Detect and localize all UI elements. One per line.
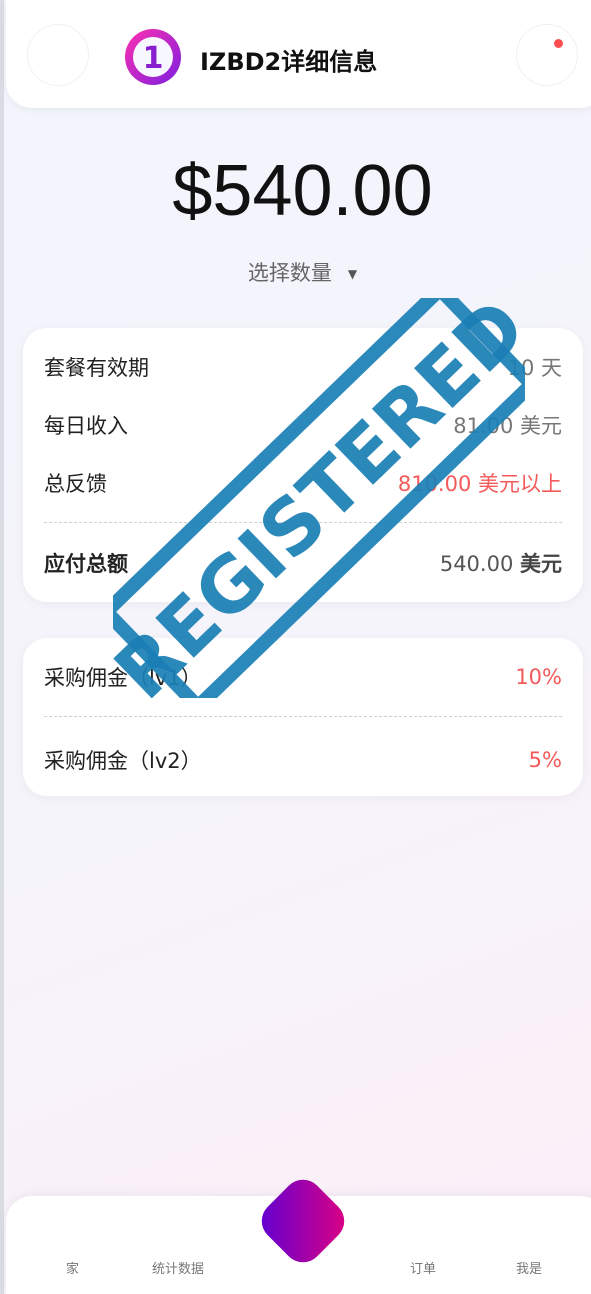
commission-row-lv2: 采购佣金（lv2） 5% [44,745,562,775]
commission-lv1-label: 采购佣金（lv1） [44,666,202,690]
quantity-selector[interactable]: 选择数量 ▼ [0,257,591,287]
total-due-label: 应付总额 [44,552,128,576]
commission-lv2-value: 5% [528,748,562,772]
caret-down-icon: ▼ [347,267,358,281]
total-return-value: 810.00 美元以上 [397,472,562,496]
commission-card: 采购佣金（lv1） 10% 采购佣金（lv2） 5% [23,638,583,796]
total-due-amount: 540.00 [439,552,514,576]
total-due-row: 应付总额 540.00 美元 [44,548,562,578]
notification-button[interactable] [516,24,578,86]
price-display: $540.00 [172,151,433,231]
divider [44,522,562,523]
daily-income-row: 每日收入 81.00 美元 [44,410,562,440]
validity-row: 套餐有效期 10 天 [44,352,562,382]
total-due-currency: 美元 [520,552,562,576]
daily-income-label: 每日收入 [44,414,128,438]
nav-profile[interactable]: 我是 [516,1258,542,1277]
validity-label: 套餐有效期 [44,356,149,380]
nav-orders[interactable]: 订单 [410,1258,436,1277]
total-return-row: 总反馈 810.00 美元以上 [44,468,562,498]
validity-value: 10 天 [507,356,562,380]
page-title: IZBD2详细信息 [200,48,378,76]
daily-income-value: 81.00 美元 [453,414,562,438]
total-due-value: 540.00 美元 [440,548,562,578]
commission-row-lv1: 采购佣金（lv1） 10% [44,662,562,692]
top-header: 1 IZBD2详细信息 [6,0,591,108]
app-logo-icon: 1 [125,29,181,85]
center-action-button[interactable] [254,1172,352,1270]
notification-dot-icon [554,39,563,48]
package-details-card: 套餐有效期 10 天 每日收入 81.00 美元 总反馈 810.00 美元以上… [23,328,583,602]
nav-statistics[interactable]: 统计数据 [152,1258,204,1277]
commission-lv1-value: 10% [515,665,562,689]
quantity-selector-label: 选择数量 [247,261,332,285]
total-return-label: 总反馈 [44,472,107,496]
divider [44,716,562,717]
commission-lv2-label: 采购佣金（lv2） [44,749,202,773]
back-button[interactable] [27,24,89,86]
svg-text:1: 1 [143,41,164,76]
nav-home[interactable]: 家 [66,1258,79,1277]
